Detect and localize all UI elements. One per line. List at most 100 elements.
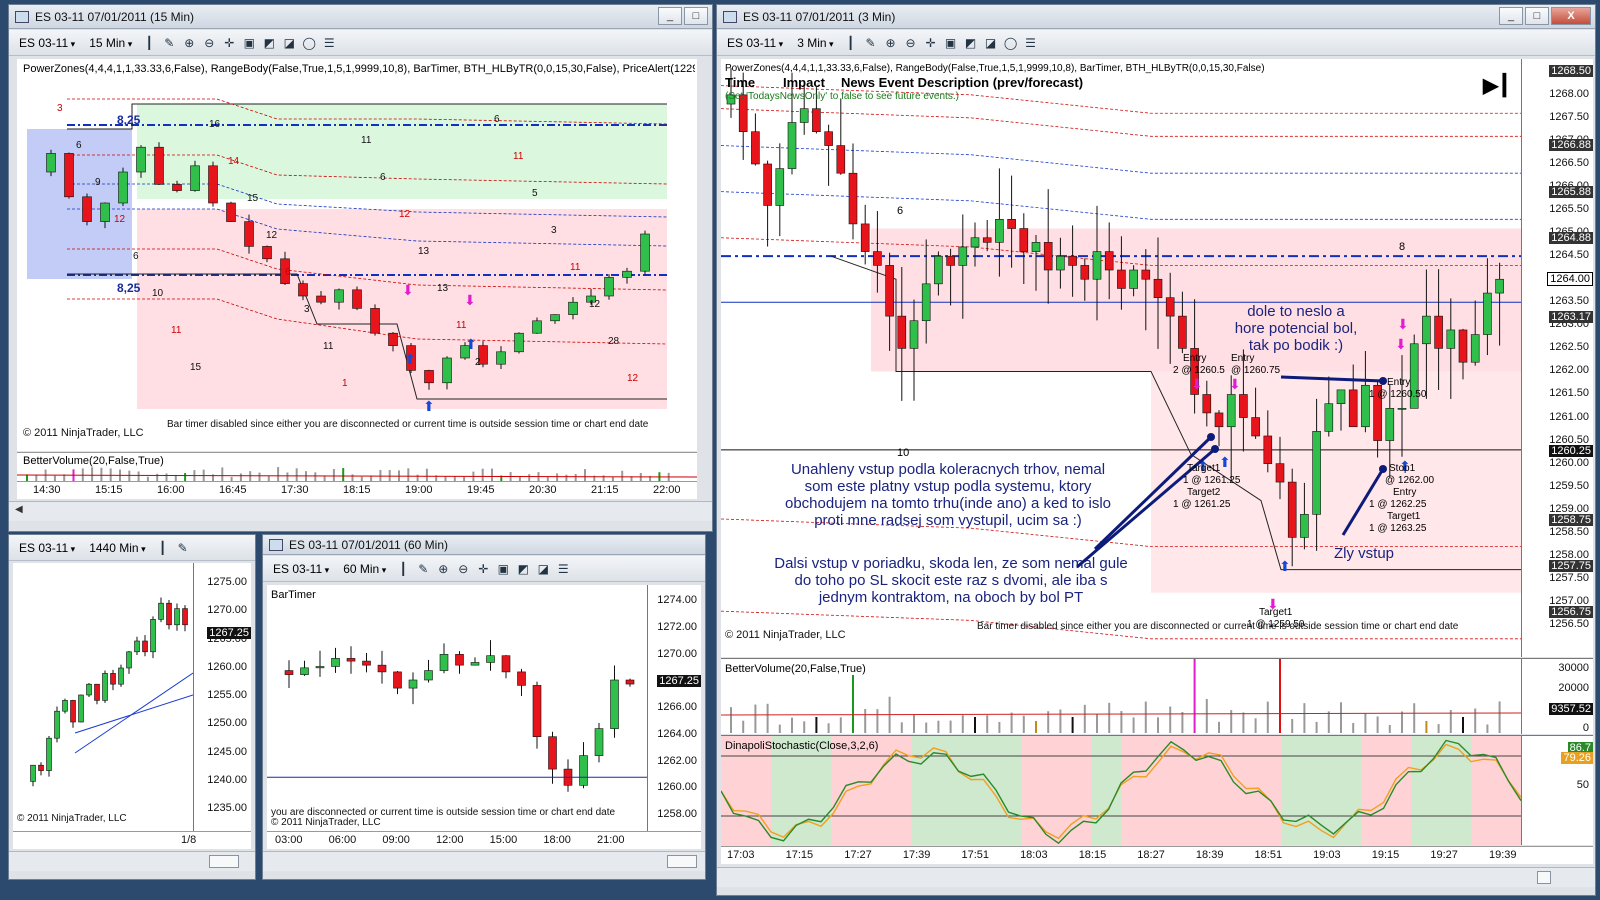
bar-type-icon[interactable]: ┃ [142, 36, 156, 50]
zone-count-label: 12 [589, 299, 601, 310]
scrollbar-1440[interactable] [9, 851, 255, 871]
indicator-icon[interactable]: ◪ [282, 36, 296, 50]
zoom-out-icon[interactable]: ⊖ [202, 36, 216, 50]
x-tick: 09:00 [382, 834, 410, 846]
stochastic-zone [1281, 736, 1361, 845]
x-tick: 19:15 [1371, 849, 1400, 861]
properties-icon[interactable]: ▣ [496, 562, 510, 576]
news-col-description: News Event Description (prev/forecast) [841, 75, 1084, 90]
title-bar-15min[interactable]: ES 03-11 07/01/2011 (15 Min) _ □ [9, 5, 712, 29]
scroll-left-icon[interactable]: ◀ [15, 504, 23, 515]
stochastic-panel-3min[interactable]: 50 86.7 79.26 DinapoliStochastic(Close,3,2… [721, 735, 1593, 845]
chart-trader-icon[interactable]: ☰ [556, 562, 570, 576]
chart-trader-icon[interactable]: ☰ [322, 36, 336, 50]
bar60-candle [315, 666, 325, 669]
bar-type-icon[interactable]: ┃ [844, 36, 858, 50]
draw-tool-icon[interactable]: ✎ [162, 36, 176, 50]
zone-count-label: 6 [76, 140, 82, 151]
bar3-candle [751, 131, 760, 165]
scrollbar-15min[interactable]: ◀ [9, 501, 712, 521]
interval-selector[interactable]: 60 Min [339, 561, 390, 577]
bar15-candle [82, 196, 92, 222]
price-axis-60: 1274.001272.001270.001268.001266.001264.… [647, 585, 701, 831]
bar3-candle [885, 265, 894, 317]
annotation-arrowhead [1211, 445, 1219, 453]
scrollbar-3min[interactable] [717, 867, 1595, 887]
title-bar-60min[interactable]: ES 03-11 07/01/2011 (60 Min) [263, 535, 705, 555]
instrument-selector[interactable]: ES 03-11 [15, 35, 79, 51]
zone-count-label: 13 [418, 246, 430, 257]
y-tick: 1256.50 [1549, 618, 1589, 630]
zoom-in-icon[interactable]: ⊕ [436, 562, 450, 576]
strategy-icon[interactable]: ◩ [262, 36, 276, 50]
minimize-button[interactable]: _ [1499, 7, 1523, 25]
zoom-in-icon[interactable]: ⊕ [182, 36, 196, 50]
crosshair-icon[interactable]: ✛ [924, 36, 938, 50]
close-button[interactable]: X [1551, 7, 1591, 25]
bar15-candle [136, 146, 146, 173]
stochastic-zone [1021, 736, 1091, 845]
bar3-candle [1092, 251, 1102, 280]
draw-tool-icon[interactable]: ✎ [864, 36, 878, 50]
order-target-1-detail: 1 @ 1261.25 [1183, 475, 1241, 486]
scroll-thumb[interactable] [667, 855, 697, 868]
title-bar-3min[interactable]: ES 03-11 07/01/2011 (3 Min) _ □ X [717, 5, 1595, 29]
zoom-out-icon[interactable]: ⊖ [456, 562, 470, 576]
price-level-tag: 1265.88 [1549, 185, 1593, 198]
bar3-candle [812, 108, 821, 133]
bar-type-icon[interactable]: ┃ [396, 562, 410, 576]
properties-icon[interactable]: ▣ [944, 36, 958, 50]
instrument-selector[interactable]: ES 03-11 [269, 561, 333, 577]
bar15-candle [352, 289, 362, 309]
indicator-icon[interactable]: ◪ [536, 562, 550, 576]
x-tick: 17:27 [844, 849, 872, 861]
bar15-candle [100, 202, 110, 222]
draw-tool-icon[interactable]: ✎ [416, 562, 430, 576]
scroll-thumb[interactable] [209, 855, 239, 868]
indicator-icon[interactable]: ◪ [984, 36, 998, 50]
minimize-button[interactable]: _ [658, 7, 682, 25]
bar60-candle [393, 671, 402, 689]
properties-icon[interactable]: ▣ [242, 36, 256, 50]
bar3-candle [1470, 334, 1480, 363]
maximize-button[interactable]: □ [1525, 7, 1549, 25]
strategy-icon[interactable]: ◩ [516, 562, 530, 576]
news-col-impact: Impact [783, 75, 825, 90]
x-tick: 12:00 [436, 834, 464, 846]
y-tick: 1262.00 [1549, 364, 1589, 377]
price-panel-3min[interactable]: ⬇⬇⬇⬇⬆⬆⬆⬆⬇ 1268.001267.501267.001266.5012… [721, 59, 1593, 657]
crosshair-icon[interactable]: ✛ [476, 562, 490, 576]
scroll-thumb[interactable] [1537, 871, 1551, 884]
chart-toolbar-1440: ES 03-11 1440 Min ┃ ✎ [9, 535, 255, 561]
level-label-6: 6 [897, 205, 904, 217]
skip-to-end-icon[interactable]: ▶┃ [1483, 73, 1510, 98]
price-panel-1440[interactable]: 1275.001270.001265.001260.001255.001250.… [13, 563, 251, 831]
bar1440-candle [86, 683, 92, 696]
bar60-candle [346, 658, 356, 662]
zoom-out-icon[interactable]: ⊖ [904, 36, 918, 50]
strategy-icon[interactable]: ◩ [964, 36, 978, 50]
data-box-icon[interactable]: ◯ [302, 36, 316, 50]
draw-tool-icon[interactable]: ✎ [176, 541, 190, 555]
interval-selector[interactable]: 1440 Min [85, 540, 149, 556]
bar-type-icon[interactable]: ┃ [156, 541, 170, 555]
zoom-in-icon[interactable]: ⊕ [884, 36, 898, 50]
instrument-selector[interactable]: ES 03-11 [15, 540, 79, 556]
order-stop-1-detail: @ 1262.00 [1385, 475, 1435, 486]
y-tick: 1270.00 [207, 604, 247, 617]
bar15-candle [370, 308, 380, 334]
data-box-icon[interactable]: ◯ [1004, 36, 1018, 50]
volume-panel-15min[interactable]: BetterVolume(20,False,True) [17, 452, 697, 482]
scrollbar-60[interactable] [263, 851, 705, 871]
volume-panel-3min[interactable]: 30000200001000009357.52 BetterVolume(20,… [721, 658, 1593, 734]
chart-trader-icon[interactable]: ☰ [1024, 36, 1038, 50]
restore-button[interactable]: □ [684, 7, 708, 25]
interval-selector[interactable]: 3 Min [793, 35, 837, 51]
bar3-candle [921, 283, 931, 322]
crosshair-icon[interactable]: ✛ [222, 36, 236, 50]
interval-selector[interactable]: 15 Min [85, 35, 136, 51]
price-panel-60[interactable]: 1274.001272.001270.001268.001266.001264.… [267, 585, 701, 831]
price-panel-15min[interactable]: 3 6 9 12 6 10 11 15 16 14 15 12 6 3 11 1 11 6 12 13 13 11 2 6 11… [17, 59, 697, 451]
instrument-selector[interactable]: ES 03-11 [723, 35, 787, 51]
y-tick: 50 [1576, 779, 1589, 791]
